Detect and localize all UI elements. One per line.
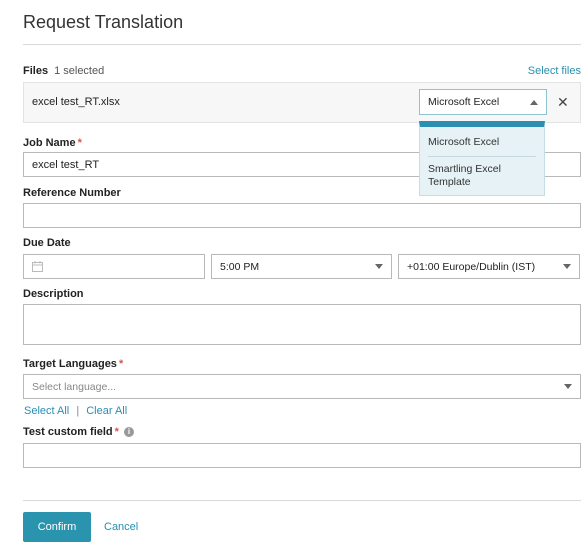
due-time-select[interactable]: 5:00 PM xyxy=(211,254,392,279)
cancel-link[interactable]: Cancel xyxy=(104,521,138,533)
timezone-select[interactable]: +01:00 Europe/Dublin (IST) xyxy=(398,254,580,279)
reference-number-label: Reference Number xyxy=(23,187,121,199)
due-date-input[interactable] xyxy=(23,254,205,279)
chevron-up-icon xyxy=(530,99,538,105)
custom-field-label-row: Test custom field * i xyxy=(23,426,134,438)
dialog-title: Request Translation xyxy=(23,12,184,32)
job-name-label-row: Job Name * xyxy=(23,137,82,149)
required-marker: * xyxy=(77,137,82,149)
parser-option-smartling-excel-template[interactable]: Smartling Excel Template xyxy=(420,157,544,189)
target-languages-label-row: Target Languages * xyxy=(23,358,123,370)
separator: | xyxy=(76,405,80,417)
file-row: excel test_RT.xlsx Microsoft Excel ✕ xyxy=(23,82,581,123)
clear-all-link[interactable]: Clear All xyxy=(86,405,127,417)
chevron-down-icon xyxy=(564,384,572,389)
file-name: excel test_RT.xlsx xyxy=(32,96,120,108)
job-name-value: excel test_RT xyxy=(32,158,100,171)
chevron-down-icon xyxy=(563,264,571,269)
confirm-button[interactable]: Confirm xyxy=(23,512,91,542)
calendar-icon xyxy=(32,261,43,272)
custom-field-label: Test custom field xyxy=(23,426,113,438)
target-languages-placeholder: Select language... xyxy=(32,380,117,393)
description-textarea[interactable] xyxy=(23,304,581,345)
footer-divider xyxy=(23,500,581,501)
parser-dropdown: Microsoft Excel Smartling Excel Template xyxy=(419,121,545,196)
job-name-label: Job Name xyxy=(23,137,76,149)
custom-field-input[interactable] xyxy=(23,443,581,468)
info-icon[interactable]: i xyxy=(123,427,134,438)
title-divider xyxy=(23,44,581,45)
required-marker: * xyxy=(118,358,124,370)
target-languages-label: Target Languages xyxy=(23,358,117,370)
select-files-link[interactable]: Select files xyxy=(528,65,581,77)
chevron-down-icon xyxy=(375,264,383,269)
parser-select-value: Microsoft Excel xyxy=(428,96,500,108)
description-label: Description xyxy=(23,288,84,300)
due-date-label: Due Date xyxy=(23,237,71,249)
required-marker: * xyxy=(114,426,119,438)
parser-select[interactable]: Microsoft Excel xyxy=(419,89,547,115)
target-languages-select[interactable]: Select language... xyxy=(23,374,581,399)
reference-number-input[interactable] xyxy=(23,203,581,228)
language-actions: Select All | Clear All xyxy=(24,405,127,417)
parser-option-microsoft-excel[interactable]: Microsoft Excel xyxy=(428,127,536,157)
files-label: Files xyxy=(23,65,49,77)
due-time-value: 5:00 PM xyxy=(220,260,260,273)
files-label-row: Files 1 selected xyxy=(23,65,104,77)
files-count: 1 selected xyxy=(54,65,105,77)
timezone-value: +01:00 Europe/Dublin (IST) xyxy=(407,260,536,273)
select-all-link[interactable]: Select All xyxy=(24,405,69,417)
close-icon[interactable]: ✕ xyxy=(557,94,569,111)
